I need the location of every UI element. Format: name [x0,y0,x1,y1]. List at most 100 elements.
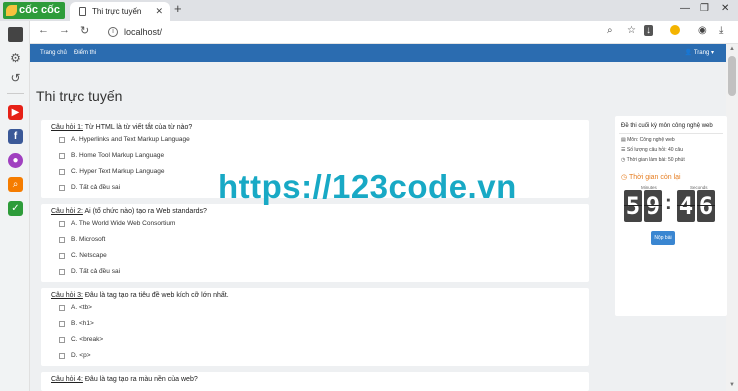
option-checkbox[interactable] [59,253,65,259]
subject-line: ▤ Môn: Công nghệ web [621,137,675,143]
question-card-4: Câu hỏi 4: Đâu là tag tạo ra màu nền của… [41,372,589,391]
submit-button[interactable]: Nộp bài [651,231,675,245]
site-navbar: Trang chủ Điểm thi 👤 Trang ▾ [30,44,726,62]
duration-text: Thời gian làm bài: 50 phút [626,157,685,163]
exam-title: Đề thi cuối kỳ môn công nghệ web [621,123,713,129]
option-label: B. Microsoft [71,236,106,243]
tab-close-icon[interactable]: ✕ [155,2,163,21]
question-count-line: ☰ Số lượng câu hỏi: 40 câu [621,147,683,153]
option-label: A. Hyperlinks and Text Markup Language [71,136,190,143]
user-menu[interactable]: 👤 Trang ▾ [685,44,714,62]
question-text: Câu hỏi 1: Từ HTML là từ viết tắt của từ… [51,124,192,131]
seconds-digit-tens: 4 [677,190,695,222]
history-icon[interactable]: ↺ [8,71,23,86]
question-card-3: Câu hỏi 3: Đâu là tag tạo ra tiêu đề web… [41,288,589,366]
tab-active[interactable]: Thi trực tuyến ✕ [70,2,170,21]
seconds-digit-ones: 6 [697,190,715,222]
url-text: localhost/ [124,27,163,37]
page-scrollbar[interactable]: ▲ ▼ [726,44,738,391]
watermark-url: https://123code.vn [218,168,517,205]
page-title: Thi trực tuyến [36,88,123,104]
question-count-text: Số lượng câu hỏi: 40 câu [626,147,683,153]
minutes-digit-ones: 9 [644,190,662,222]
browser-logo-text: cốc cốc [19,4,60,16]
option-label: D. <p> [71,352,91,359]
scroll-up-icon[interactable]: ▲ [729,46,735,52]
exam-info-panel: Đề thi cuối kỳ môn công nghệ web ▤ Môn: … [615,116,727,316]
user-name: Trang [693,50,710,56]
forward-icon[interactable]: → [59,24,70,36]
question-text: Câu hỏi 2: Ai (tổ chức nào) tạo ra Web s… [51,208,207,215]
scrollbar-thumb[interactable] [728,56,736,96]
new-tab-button[interactable]: + [174,1,182,16]
tab-strip: cốc cốc Thi trực tuyến ✕ + — ❐ ✕ [0,0,738,21]
question-number: Câu hỏi 3: [51,292,83,299]
side-rail: ⚙ ↺ ▶ f ● ⌕ ✓ [0,21,30,391]
info-icon[interactable]: i [108,27,118,37]
question-text: Câu hỏi 3: Đâu là tag tạo ra tiêu đề web… [51,292,229,299]
url-field[interactable]: i localhost/ [102,23,592,41]
option-label: A. The World Wide Web Consortium [71,220,176,227]
nav-link-scores[interactable]: Điểm thi [74,44,96,62]
question-number: Câu hỏi 2: [51,208,83,215]
question-number: Câu hỏi 1: [51,124,83,131]
option-label: C. Hyper Text Markup Language [71,168,165,175]
option-checkbox[interactable] [59,353,65,359]
option-checkbox[interactable] [59,169,65,175]
option-label: D. Tất cả đều sai [71,268,121,275]
option-checkbox[interactable] [59,137,65,143]
timer-clock-icon: ◷ [621,174,629,181]
reload-icon[interactable]: ↻ [80,24,89,37]
back-icon[interactable]: ← [38,24,49,36]
question-text: Câu hỏi 4: Đâu là tag tạo ra màu nền của… [51,376,198,383]
option-checkbox[interactable] [59,185,65,191]
question-body: Đâu là tag tạo ra màu nền của web? [84,376,198,383]
option-label: C. <break> [71,336,104,343]
option-checkbox[interactable] [59,321,65,327]
minutes-digit-tens: 5 [624,190,642,222]
question-body: Từ HTML là từ viết tắt của từ nào? [84,124,193,131]
coccoc-leaf-icon [6,5,17,16]
minimize-button[interactable]: — [680,3,690,14]
search-icon[interactable]: ⌕ [8,177,23,192]
facebook-icon[interactable]: f [8,129,23,144]
user-icon: 👤 [684,50,694,56]
close-window-button[interactable]: ✕ [721,3,729,14]
restore-button[interactable]: ❐ [700,3,709,14]
option-label: D. Tất cả đều sai [71,184,121,191]
sidebar-toggle-icon[interactable] [8,27,23,42]
zoom-icon[interactable]: ⌕ [607,25,613,36]
nav-link-home[interactable]: Trang chủ [40,44,67,62]
address-bar: ← → ↻ i localhost/ ⌕ ☆ ↓ ◉ ⤓ [30,21,738,44]
option-checkbox[interactable] [59,221,65,227]
coccoc-app-icon[interactable]: ✓ [8,201,23,216]
option-checkbox[interactable] [59,305,65,311]
timer-title-text: Thời gian còn lại [628,174,681,181]
rail-divider [7,93,24,94]
scroll-down-icon[interactable]: ▼ [729,382,735,388]
option-label: B. Home Tool Markup Language [71,152,165,159]
page-content: Thi trực tuyến Câu hỏi 1: Từ HTML là từ … [30,62,727,391]
option-checkbox[interactable] [59,269,65,275]
option-label: B. <h1> [71,320,94,327]
subject-text: Môn: Công nghệ web [627,137,675,143]
question-body: Ai (tổ chức nào) tạo ra Web standards? [84,208,207,215]
messenger-icon[interactable]: ● [8,153,23,168]
star-icon[interactable]: ☆ [627,25,636,36]
option-label: A. <tb> [71,304,92,311]
question-number: Câu hỏi 4: [51,376,83,383]
option-checkbox[interactable] [59,153,65,159]
question-card-2: Câu hỏi 2: Ai (tổ chức nào) tạo ra Web s… [41,204,589,282]
tab-title: Thi trực tuyến [92,7,142,16]
option-checkbox[interactable] [59,337,65,343]
profile-icon[interactable]: ◉ [698,25,707,36]
youtube-icon[interactable]: ▶ [8,105,23,120]
timer-title: ◷ Thời gian còn lại [621,173,681,181]
extension-icon[interactable] [670,25,680,35]
download-icon[interactable]: ⤓ [719,25,723,36]
coccoc-logo[interactable]: cốc cốc [3,2,65,19]
gear-icon[interactable]: ⚙ [8,51,23,66]
timer-colon: : [665,192,672,214]
download-manager-icon[interactable]: ↓ [644,25,653,36]
option-checkbox[interactable] [59,237,65,243]
